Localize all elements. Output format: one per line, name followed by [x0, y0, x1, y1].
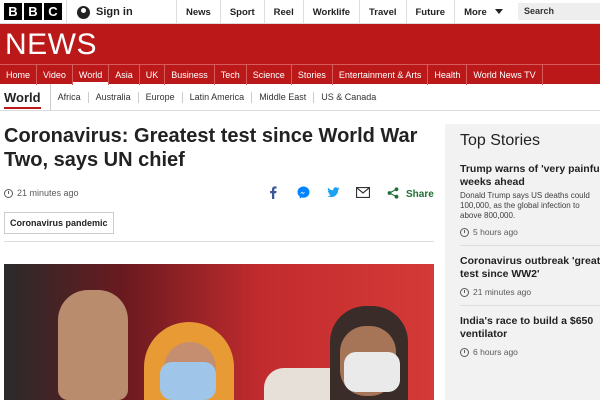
top-nav-news[interactable]: News [176, 0, 220, 24]
main-nav-uk[interactable]: UK [140, 65, 166, 85]
section-title[interactable]: World [0, 83, 51, 111]
logo-letter: B [4, 3, 22, 20]
section-nav-australia[interactable]: Australia [89, 91, 139, 103]
article-hero-image [4, 264, 434, 400]
top-stories-title: Top Stories [460, 132, 541, 149]
sign-in-button[interactable]: Sign in [66, 0, 176, 24]
main-nav-video[interactable]: Video [37, 65, 73, 85]
main-nav-world-news-tv[interactable]: World News TV [467, 65, 543, 85]
story-time: 21 minutes ago [460, 287, 600, 297]
top-nav-reel[interactable]: Reel [263, 0, 303, 24]
top-nav-more[interactable]: More [454, 0, 515, 24]
share-icon[interactable] [386, 186, 400, 202]
clock-icon [460, 227, 469, 237]
section-nav: World Africa Australia Europe Latin Amer… [0, 83, 600, 111]
story-timestamp: 5 hours ago [473, 227, 518, 237]
story-time: 6 hours ago [460, 347, 600, 357]
user-icon [77, 5, 90, 19]
top-story-item[interactable]: Coronavirus outbreak 'great test since W… [460, 255, 600, 306]
twitter-icon[interactable] [326, 187, 340, 201]
top-nav: News Sport Reel Worklife Travel Future M… [176, 0, 515, 24]
section-nav-latin-america[interactable]: Latin America [183, 91, 253, 103]
share-label[interactable]: Share [406, 189, 434, 200]
article-headline: Coronavirus: Greatest test since World W… [4, 125, 418, 171]
story-title[interactable]: Trump warns of 'very painful weeks ahead [460, 163, 600, 189]
top-story-item[interactable]: India's race to build a $650 ventilator … [460, 315, 600, 365]
top-stories-panel: Top Stories Trump warns of 'very painful… [445, 124, 600, 400]
main-nav-stories[interactable]: Stories [292, 65, 333, 85]
messenger-icon[interactable] [296, 186, 310, 202]
section-nav-middle-east[interactable]: Middle East [252, 91, 315, 103]
email-icon[interactable] [355, 186, 371, 201]
news-masthead: NEWS [0, 24, 600, 64]
logo-letter: B [24, 3, 42, 20]
main-nav-tech[interactable]: Tech [215, 65, 247, 85]
story-time: 5 hours ago [460, 227, 600, 237]
section-nav-us-canada[interactable]: US & Canada [314, 92, 383, 103]
logo-letter: C [44, 3, 62, 20]
facebook-icon[interactable] [266, 186, 280, 202]
news-logo[interactable]: NEWS [5, 28, 97, 62]
main-nav: Home Video World Asia UK Business Tech S… [0, 64, 600, 85]
top-nav-sport[interactable]: Sport [219, 0, 264, 24]
main-nav-asia[interactable]: Asia [109, 65, 140, 85]
story-timestamp: 21 minutes ago [473, 287, 532, 297]
main-nav-home[interactable]: Home [0, 65, 38, 85]
divider [4, 241, 434, 242]
top-nav-worklife[interactable]: Worklife [302, 0, 359, 24]
story-title[interactable]: India's race to build a $650 ventilator [460, 315, 600, 341]
story-timestamp: 6 hours ago [473, 347, 518, 357]
global-header: B B C Sign in News Sport Reel Worklife T… [0, 0, 600, 24]
clock-icon [4, 188, 13, 198]
section-nav-europe[interactable]: Europe [139, 91, 183, 103]
story-title[interactable]: Coronavirus outbreak 'great test since W… [460, 255, 600, 281]
top-nav-future[interactable]: Future [405, 0, 455, 24]
article-meta: 21 minutes ago [4, 188, 79, 198]
bbc-logo[interactable]: B B C [4, 3, 62, 20]
story-summary: Donald Trump says US deaths could 100,00… [460, 191, 590, 220]
main-nav-business[interactable]: Business [165, 65, 215, 85]
clock-icon [460, 347, 469, 357]
main-nav-science[interactable]: Science [247, 65, 292, 85]
top-story-item[interactable]: Trump warns of 'very painful weeks ahead… [460, 163, 600, 246]
share-tools: Share [266, 186, 434, 202]
top-nav-travel[interactable]: Travel [359, 0, 405, 24]
main-nav-health[interactable]: Health [428, 65, 468, 85]
search-input[interactable]: Search [518, 3, 600, 20]
main-nav-entertainment[interactable]: Entertainment & Arts [333, 65, 429, 85]
topic-tag[interactable]: Coronavirus pandemic [4, 212, 114, 234]
main-nav-world[interactable]: World [72, 65, 110, 85]
clock-icon [460, 287, 469, 297]
article-timestamp: 21 minutes ago [17, 188, 79, 198]
sign-in-label: Sign in [96, 6, 133, 18]
section-nav-africa[interactable]: Africa [51, 91, 89, 103]
